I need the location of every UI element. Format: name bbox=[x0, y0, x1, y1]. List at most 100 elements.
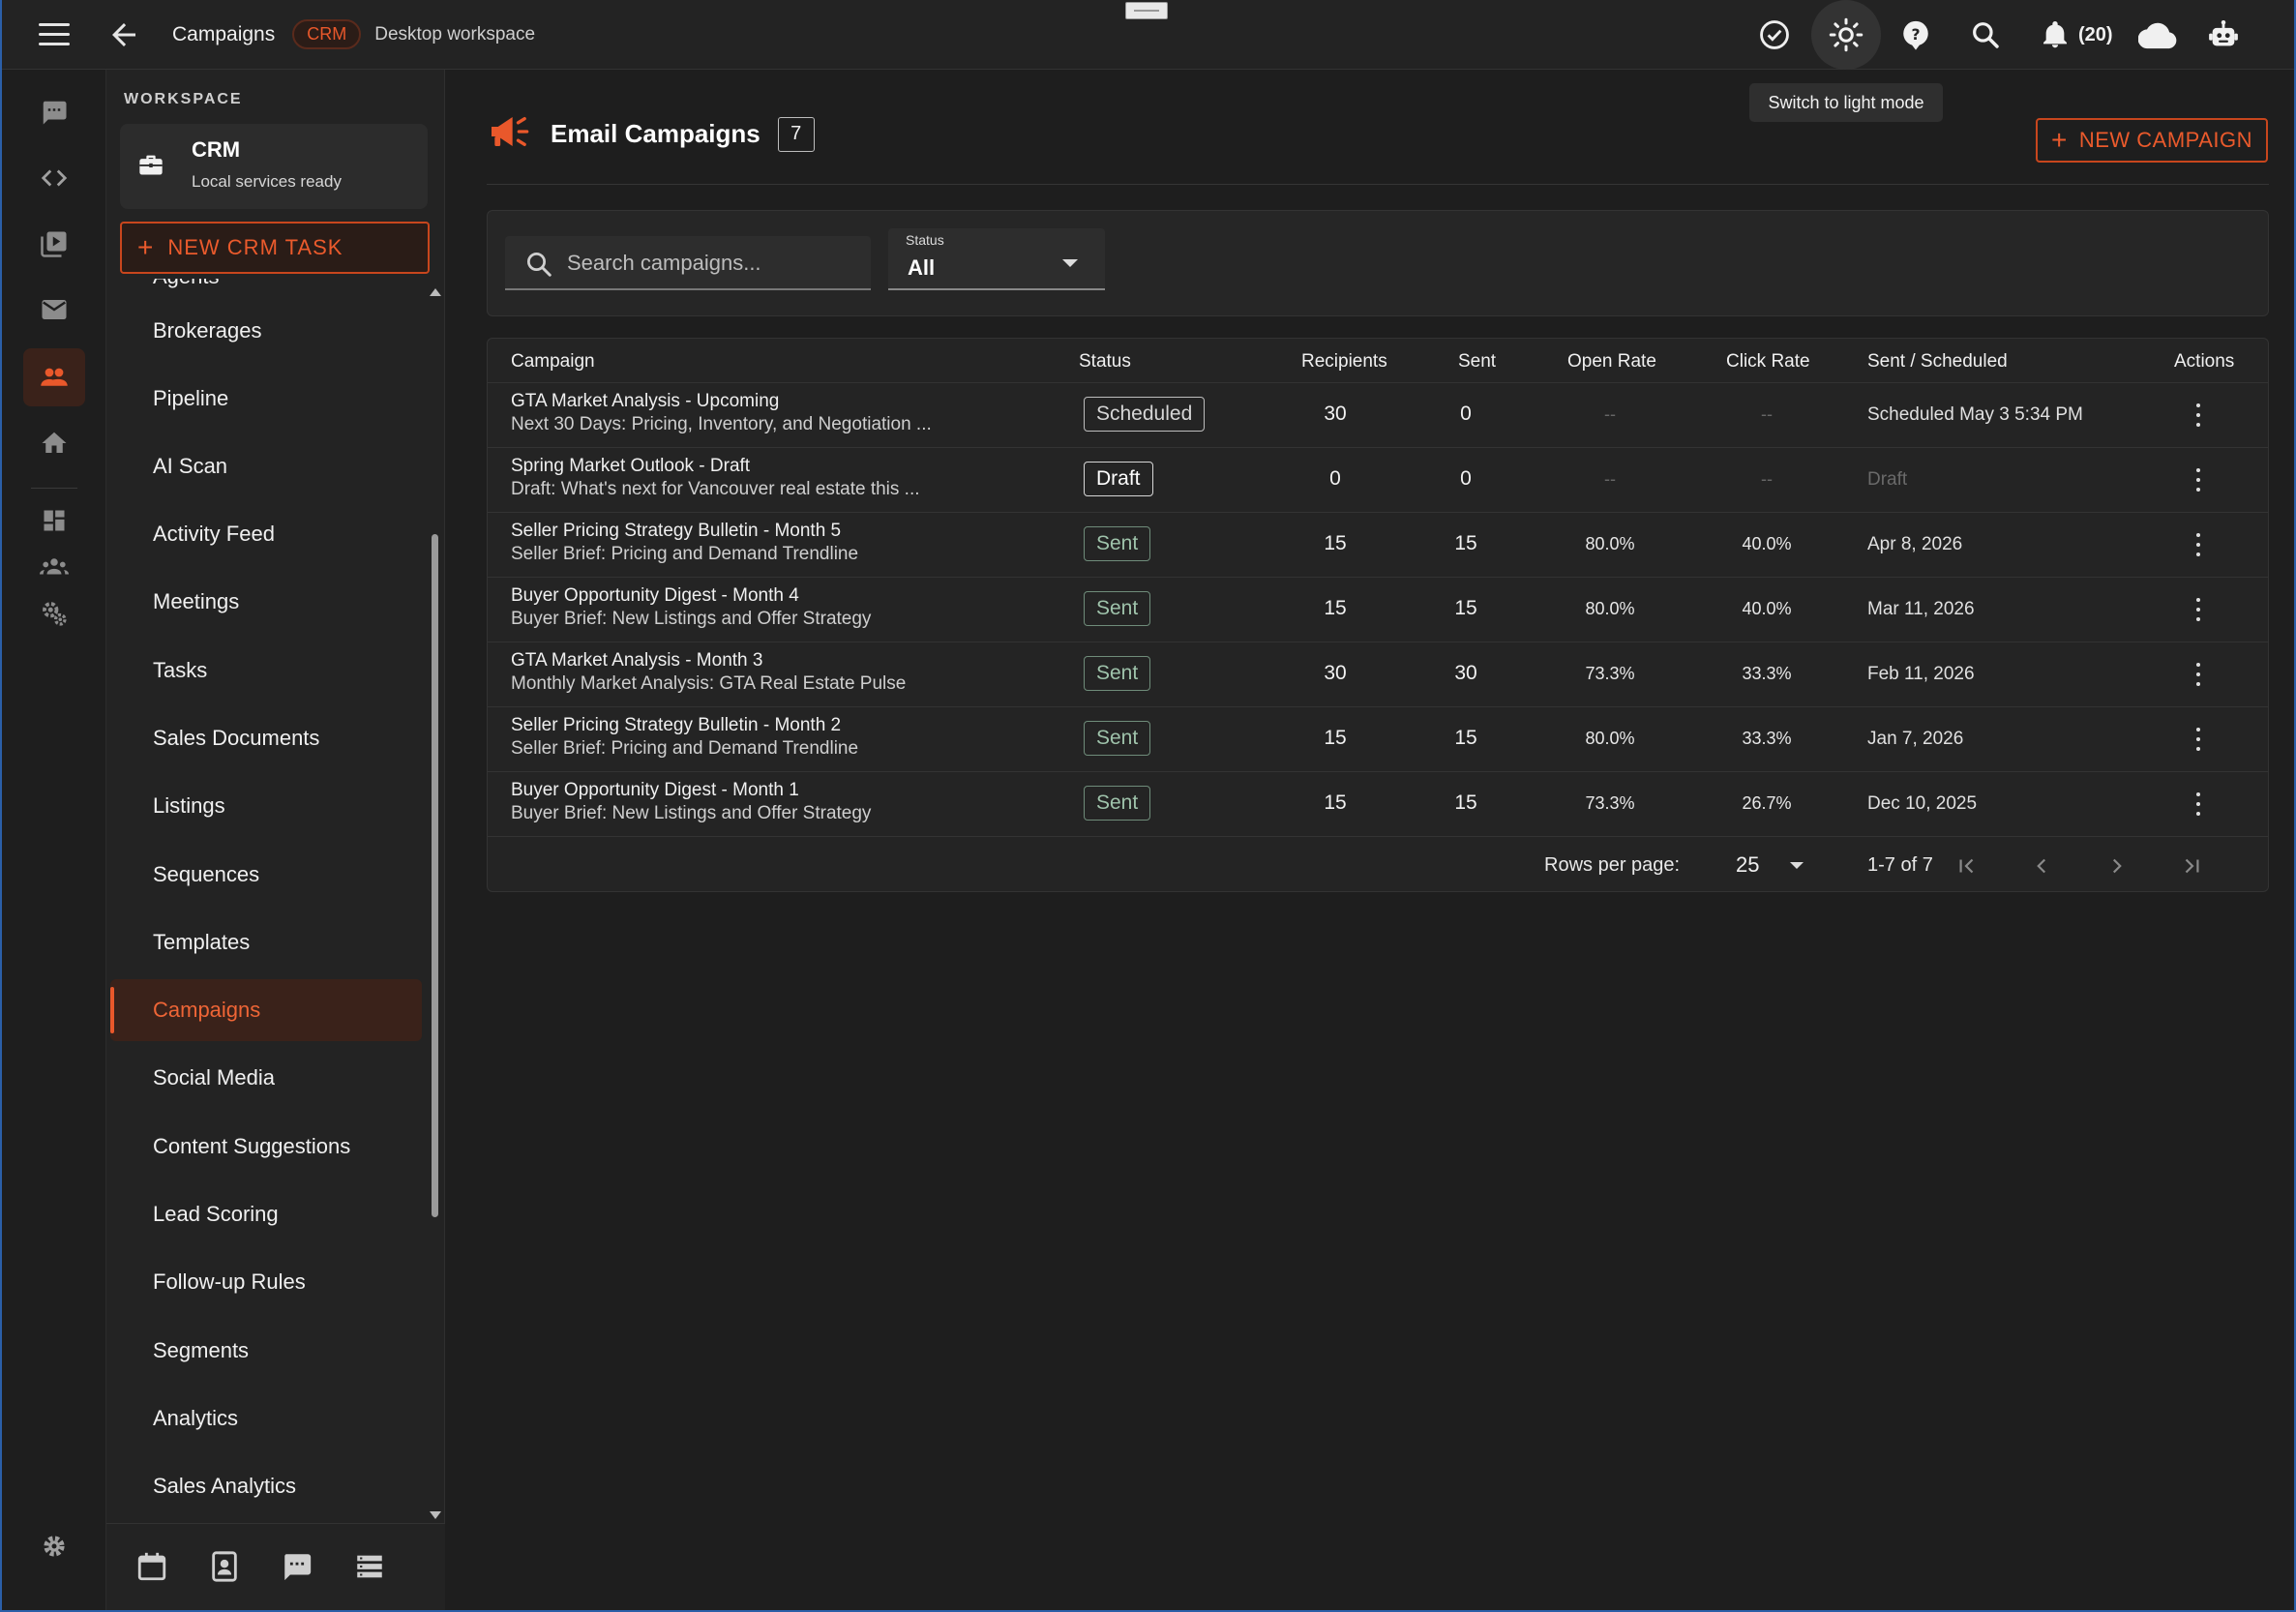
workspace-card[interactable]: CRM Local services ready bbox=[120, 124, 428, 209]
campaign-subject: Seller Brief: Pricing and Demand Trendli… bbox=[511, 738, 859, 759]
new-crm-task-button[interactable]: + NEW CRM TASK bbox=[120, 222, 430, 274]
table-row[interactable]: Seller Pricing Strategy Bulletin - Month… bbox=[488, 707, 2268, 772]
sidebar-scrollbar[interactable] bbox=[432, 534, 438, 1217]
nav-item-label: Meetings bbox=[153, 589, 240, 613]
light-mode-icon[interactable] bbox=[1829, 17, 1864, 52]
message-icon[interactable] bbox=[278, 1547, 316, 1586]
nav-item-templates[interactable]: Templates bbox=[110, 911, 422, 973]
nav-item-lead-scoring[interactable]: Lead Scoring bbox=[110, 1183, 422, 1245]
search-input[interactable] bbox=[567, 244, 857, 283]
settings-icon[interactable] bbox=[23, 1517, 85, 1575]
sent-scheduled-value: Dec 10, 2025 bbox=[1867, 793, 1978, 814]
nav-item-ai-scan[interactable]: AI Scan bbox=[110, 435, 422, 497]
open-rate-value: 80.0% bbox=[1585, 534, 1635, 553]
previous-page-icon[interactable] bbox=[2024, 849, 2059, 883]
column-header-click-rate[interactable]: Click Rate bbox=[1726, 351, 1810, 373]
table-row[interactable]: Spring Market Outlook - Draft Draft: Wha… bbox=[488, 448, 2268, 513]
search-field[interactable] bbox=[505, 236, 871, 290]
nav-item-pipeline[interactable]: Pipeline bbox=[110, 368, 422, 430]
table-row[interactable]: Buyer Opportunity Digest - Month 4 Buyer… bbox=[488, 578, 2268, 642]
nav-item-label: Brokerages bbox=[153, 318, 262, 343]
nav-item-label: Social Media bbox=[153, 1065, 275, 1090]
nav-item-label: Sales Analytics bbox=[153, 1474, 296, 1498]
more-vert-icon[interactable] bbox=[2187, 595, 2210, 624]
help-icon[interactable]: ? bbox=[1898, 17, 1933, 52]
more-vert-icon[interactable] bbox=[2187, 790, 2210, 819]
nav-item-campaigns[interactable]: Campaigns bbox=[110, 979, 422, 1041]
cloud-icon[interactable] bbox=[2138, 17, 2177, 52]
nav-item-follow-up-rules[interactable]: Follow-up Rules bbox=[110, 1251, 422, 1313]
code-icon[interactable] bbox=[23, 149, 85, 207]
bell-icon[interactable] bbox=[2038, 17, 2072, 52]
new-campaign-button[interactable]: + NEW CAMPAIGN bbox=[2036, 118, 2268, 163]
nav-item-brokerages[interactable]: Brokerages bbox=[110, 300, 422, 362]
more-vert-icon[interactable] bbox=[2187, 401, 2210, 430]
nav-item-sequences[interactable]: Sequences bbox=[110, 844, 422, 906]
rows-per-page-select[interactable]: 25 bbox=[1736, 852, 1759, 878]
first-page-icon[interactable] bbox=[1949, 849, 1983, 883]
more-vert-icon[interactable] bbox=[2187, 530, 2210, 559]
task-check-icon[interactable] bbox=[1757, 17, 1792, 52]
table-row[interactable]: Buyer Opportunity Digest - Month 1 Buyer… bbox=[488, 772, 2268, 837]
calendar-icon[interactable] bbox=[133, 1547, 171, 1586]
search-icon bbox=[524, 250, 553, 284]
caret-down-icon[interactable] bbox=[1790, 862, 1804, 869]
scroll-up-arrow-icon[interactable] bbox=[430, 288, 441, 296]
nav-item-analytics[interactable]: Analytics bbox=[110, 1388, 422, 1449]
robot-icon[interactable] bbox=[2206, 17, 2241, 52]
nav-item-tasks[interactable]: Tasks bbox=[110, 640, 422, 702]
nav-item-segments[interactable]: Segments bbox=[110, 1320, 422, 1382]
nav-item-social-media[interactable]: Social Media bbox=[110, 1047, 422, 1109]
status-chip: Sent bbox=[1084, 526, 1151, 561]
nav-item-label: Agents bbox=[153, 279, 220, 289]
nav-item-label: Lead Scoring bbox=[153, 1202, 279, 1226]
column-header-status[interactable]: Status bbox=[1079, 351, 1131, 373]
column-header-sent[interactable]: Sent bbox=[1458, 351, 1496, 373]
nav-item-sales-documents[interactable]: Sales Documents bbox=[110, 707, 422, 769]
status-chip: Sent bbox=[1084, 786, 1151, 821]
campaign-subject: Monthly Market Analysis: GTA Real Estate… bbox=[511, 673, 907, 694]
settings-gears-icon[interactable] bbox=[23, 584, 85, 642]
next-page-icon[interactable] bbox=[2100, 849, 2134, 883]
column-header-sent-scheduled[interactable]: Sent / Scheduled bbox=[1867, 351, 2008, 373]
last-page-icon[interactable] bbox=[2175, 849, 2210, 883]
more-vert-icon[interactable] bbox=[2187, 660, 2210, 689]
status-filter-select[interactable]: Status All bbox=[888, 228, 1105, 290]
open-rate-value: 73.3% bbox=[1585, 793, 1635, 813]
nav-item-sales-analytics[interactable]: Sales Analytics bbox=[110, 1455, 422, 1517]
more-vert-icon[interactable] bbox=[2187, 465, 2210, 494]
campaign-name: GTA Market Analysis - Upcoming bbox=[511, 391, 780, 411]
status-chip: Sent bbox=[1084, 591, 1151, 626]
list-icon[interactable] bbox=[350, 1547, 389, 1586]
search-icon[interactable] bbox=[1968, 17, 2003, 52]
people-icon[interactable] bbox=[23, 348, 85, 406]
nav-item-content-suggestions[interactable]: Content Suggestions bbox=[110, 1116, 422, 1178]
contact-icon[interactable] bbox=[205, 1547, 244, 1586]
campaigns-table: Campaign Status Recipients Sent Open Rat… bbox=[487, 338, 2269, 892]
table-row[interactable]: GTA Market Analysis - Month 3 Monthly Ma… bbox=[488, 642, 2268, 707]
nav-item-activity-feed[interactable]: Activity Feed bbox=[110, 503, 422, 565]
notification-count[interactable]: (20) bbox=[2078, 24, 2113, 46]
open-rate-value: -- bbox=[1604, 404, 1616, 424]
video-library-icon[interactable] bbox=[23, 215, 85, 273]
plus-icon: + bbox=[137, 232, 155, 262]
mail-icon[interactable] bbox=[23, 281, 85, 339]
column-header-recipients[interactable]: Recipients bbox=[1301, 351, 1387, 373]
column-header-campaign[interactable]: Campaign bbox=[511, 351, 595, 373]
nav-item-meetings[interactable]: Meetings bbox=[110, 571, 422, 633]
home-icon[interactable] bbox=[23, 414, 85, 472]
open-rate-value: 80.0% bbox=[1585, 729, 1635, 748]
click-rate-value: -- bbox=[1761, 469, 1773, 489]
sent-value: 15 bbox=[1454, 597, 1477, 619]
sent-scheduled-value: Draft bbox=[1867, 469, 1908, 490]
sidebar-bottom-toolbar bbox=[106, 1523, 445, 1612]
table-row[interactable]: Seller Pricing Strategy Bulletin - Month… bbox=[488, 513, 2268, 578]
more-vert-icon[interactable] bbox=[2187, 725, 2210, 754]
column-header-open-rate[interactable]: Open Rate bbox=[1567, 351, 1656, 373]
nav-item-listings[interactable]: Listings bbox=[110, 775, 422, 837]
scroll-down-arrow-icon[interactable] bbox=[430, 1511, 441, 1519]
chat-icon[interactable] bbox=[23, 83, 85, 141]
recipients-value: 15 bbox=[1324, 597, 1347, 619]
table-row[interactable]: GTA Market Analysis - Upcoming Next 30 D… bbox=[488, 383, 2268, 448]
campaign-name: GTA Market Analysis - Month 3 bbox=[511, 650, 763, 671]
